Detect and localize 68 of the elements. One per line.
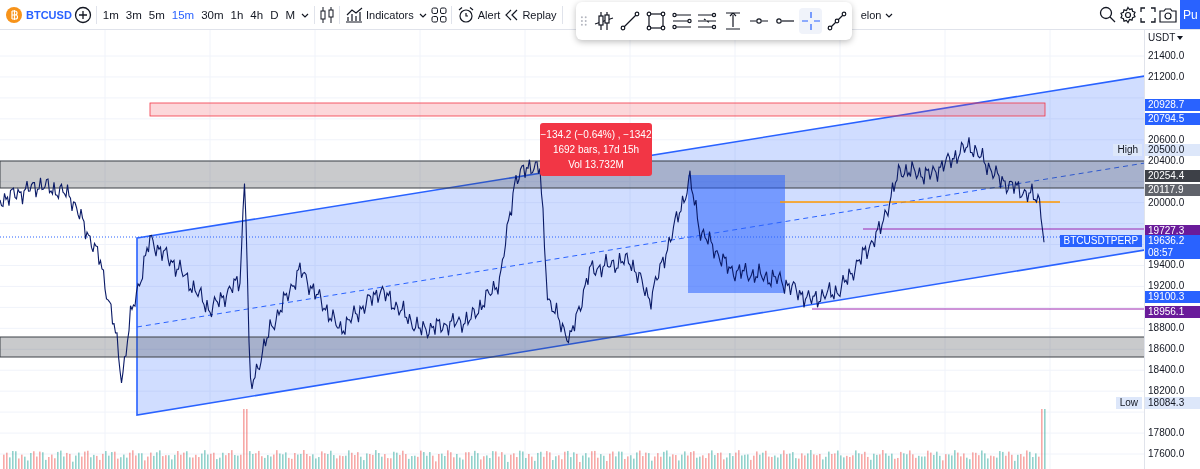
regression-icon [696, 10, 719, 32]
price-tick: 21200.0 [1148, 70, 1185, 83]
price-tag: BTCUSDTPERP [1059, 234, 1143, 247]
price-tag: Low [1115, 397, 1143, 410]
price-tick: 18400.0 [1148, 364, 1185, 377]
interval-button[interactable]: 30m [198, 6, 227, 23]
replay-button[interactable]: Replay [503, 6, 559, 23]
caret-icon [1177, 35, 1184, 40]
ray-icon [773, 18, 796, 24]
interval-button[interactable]: 5m [145, 6, 168, 23]
price-value: 20500.0 [1148, 144, 1185, 156]
alarm-clock-icon [456, 5, 475, 24]
price-tick: 20600.0 [1148, 133, 1185, 145]
price-value: 19727.3 [1148, 225, 1185, 237]
currency-dropdown[interactable]: USDT [1148, 32, 1184, 43]
pattern-icon [593, 10, 616, 32]
price-tick: 19200.0 [1148, 280, 1185, 292]
coin-icon [6, 6, 22, 23]
price-tag: High [1113, 144, 1143, 157]
price-value: 19100.3 [1148, 290, 1185, 302]
price-tick: 21400.0 [1148, 50, 1185, 62]
price-value: 20928.7 [1148, 99, 1185, 111]
symbol-name[interactable]: BTCUSD [26, 8, 72, 21]
drag-handle-icon[interactable] [580, 15, 588, 27]
tooltip-text: −134.2 (−0.64%) , −1342 [540, 128, 652, 142]
interval-button[interactable]: 15m [168, 6, 198, 23]
rectangle-icon [644, 10, 667, 32]
price-value: 18084.3 [1148, 397, 1185, 409]
price-value: 20117.9 [1148, 184, 1184, 196]
interval-button[interactable]: 3m [122, 6, 145, 23]
price-tick: 17600.0 [1148, 448, 1185, 460]
tooltip-text: 1692 bars, 17d 15h [551, 143, 641, 157]
countdown-text: 08:57 [1148, 246, 1175, 259]
fullscreen-icon[interactable] [1140, 6, 1156, 23]
price-tick: 18800.0 [1148, 322, 1185, 335]
settings-icon[interactable] [1119, 5, 1137, 24]
add-circle-icon[interactable] [73, 5, 92, 24]
layout-name-button[interactable]: elon [858, 6, 897, 23]
candles-icon[interactable] [319, 5, 336, 24]
interval-button[interactable]: M [282, 6, 299, 23]
price-tick: 18600.0 [1148, 343, 1185, 356]
price-tick: 19400.0 [1148, 259, 1185, 272]
indicators-button[interactable]: Indicators [343, 4, 416, 25]
interval-button[interactable]: D [267, 6, 282, 23]
trend-line-icon [618, 10, 641, 32]
chart-line-icon [345, 6, 364, 23]
crosshair-icon [799, 10, 822, 32]
interval-button[interactable]: 1h [227, 6, 247, 23]
publish-button[interactable]: Pu [1180, 0, 1200, 29]
tooltip-text: Vol 13.732M [567, 158, 625, 172]
price-value: 20254.4 [1148, 170, 1185, 181]
parallel-channel-icon [670, 10, 693, 32]
grid-icon[interactable] [430, 6, 447, 23]
alert-button[interactable]: Alert [454, 3, 503, 26]
rewind-icon [505, 8, 520, 21]
interval-button[interactable]: 4h [247, 6, 267, 23]
path-icon [825, 10, 848, 32]
price-tick: 17800.0 [1148, 427, 1185, 440]
price-tick: 20000.0 [1148, 196, 1185, 209]
price-tick: 20400.0 [1148, 154, 1185, 167]
camera-icon[interactable] [1159, 6, 1177, 23]
horizontal-ray-icon [748, 18, 771, 24]
search-icon[interactable] [1099, 6, 1116, 23]
interval-button[interactable]: 1m [99, 6, 122, 23]
price-tick: 18200.0 [1148, 385, 1185, 398]
price-value: 20794.5 [1148, 113, 1185, 125]
price-value: 19636.2 [1148, 234, 1185, 246]
price-value: 18956.1 [1148, 305, 1185, 317]
